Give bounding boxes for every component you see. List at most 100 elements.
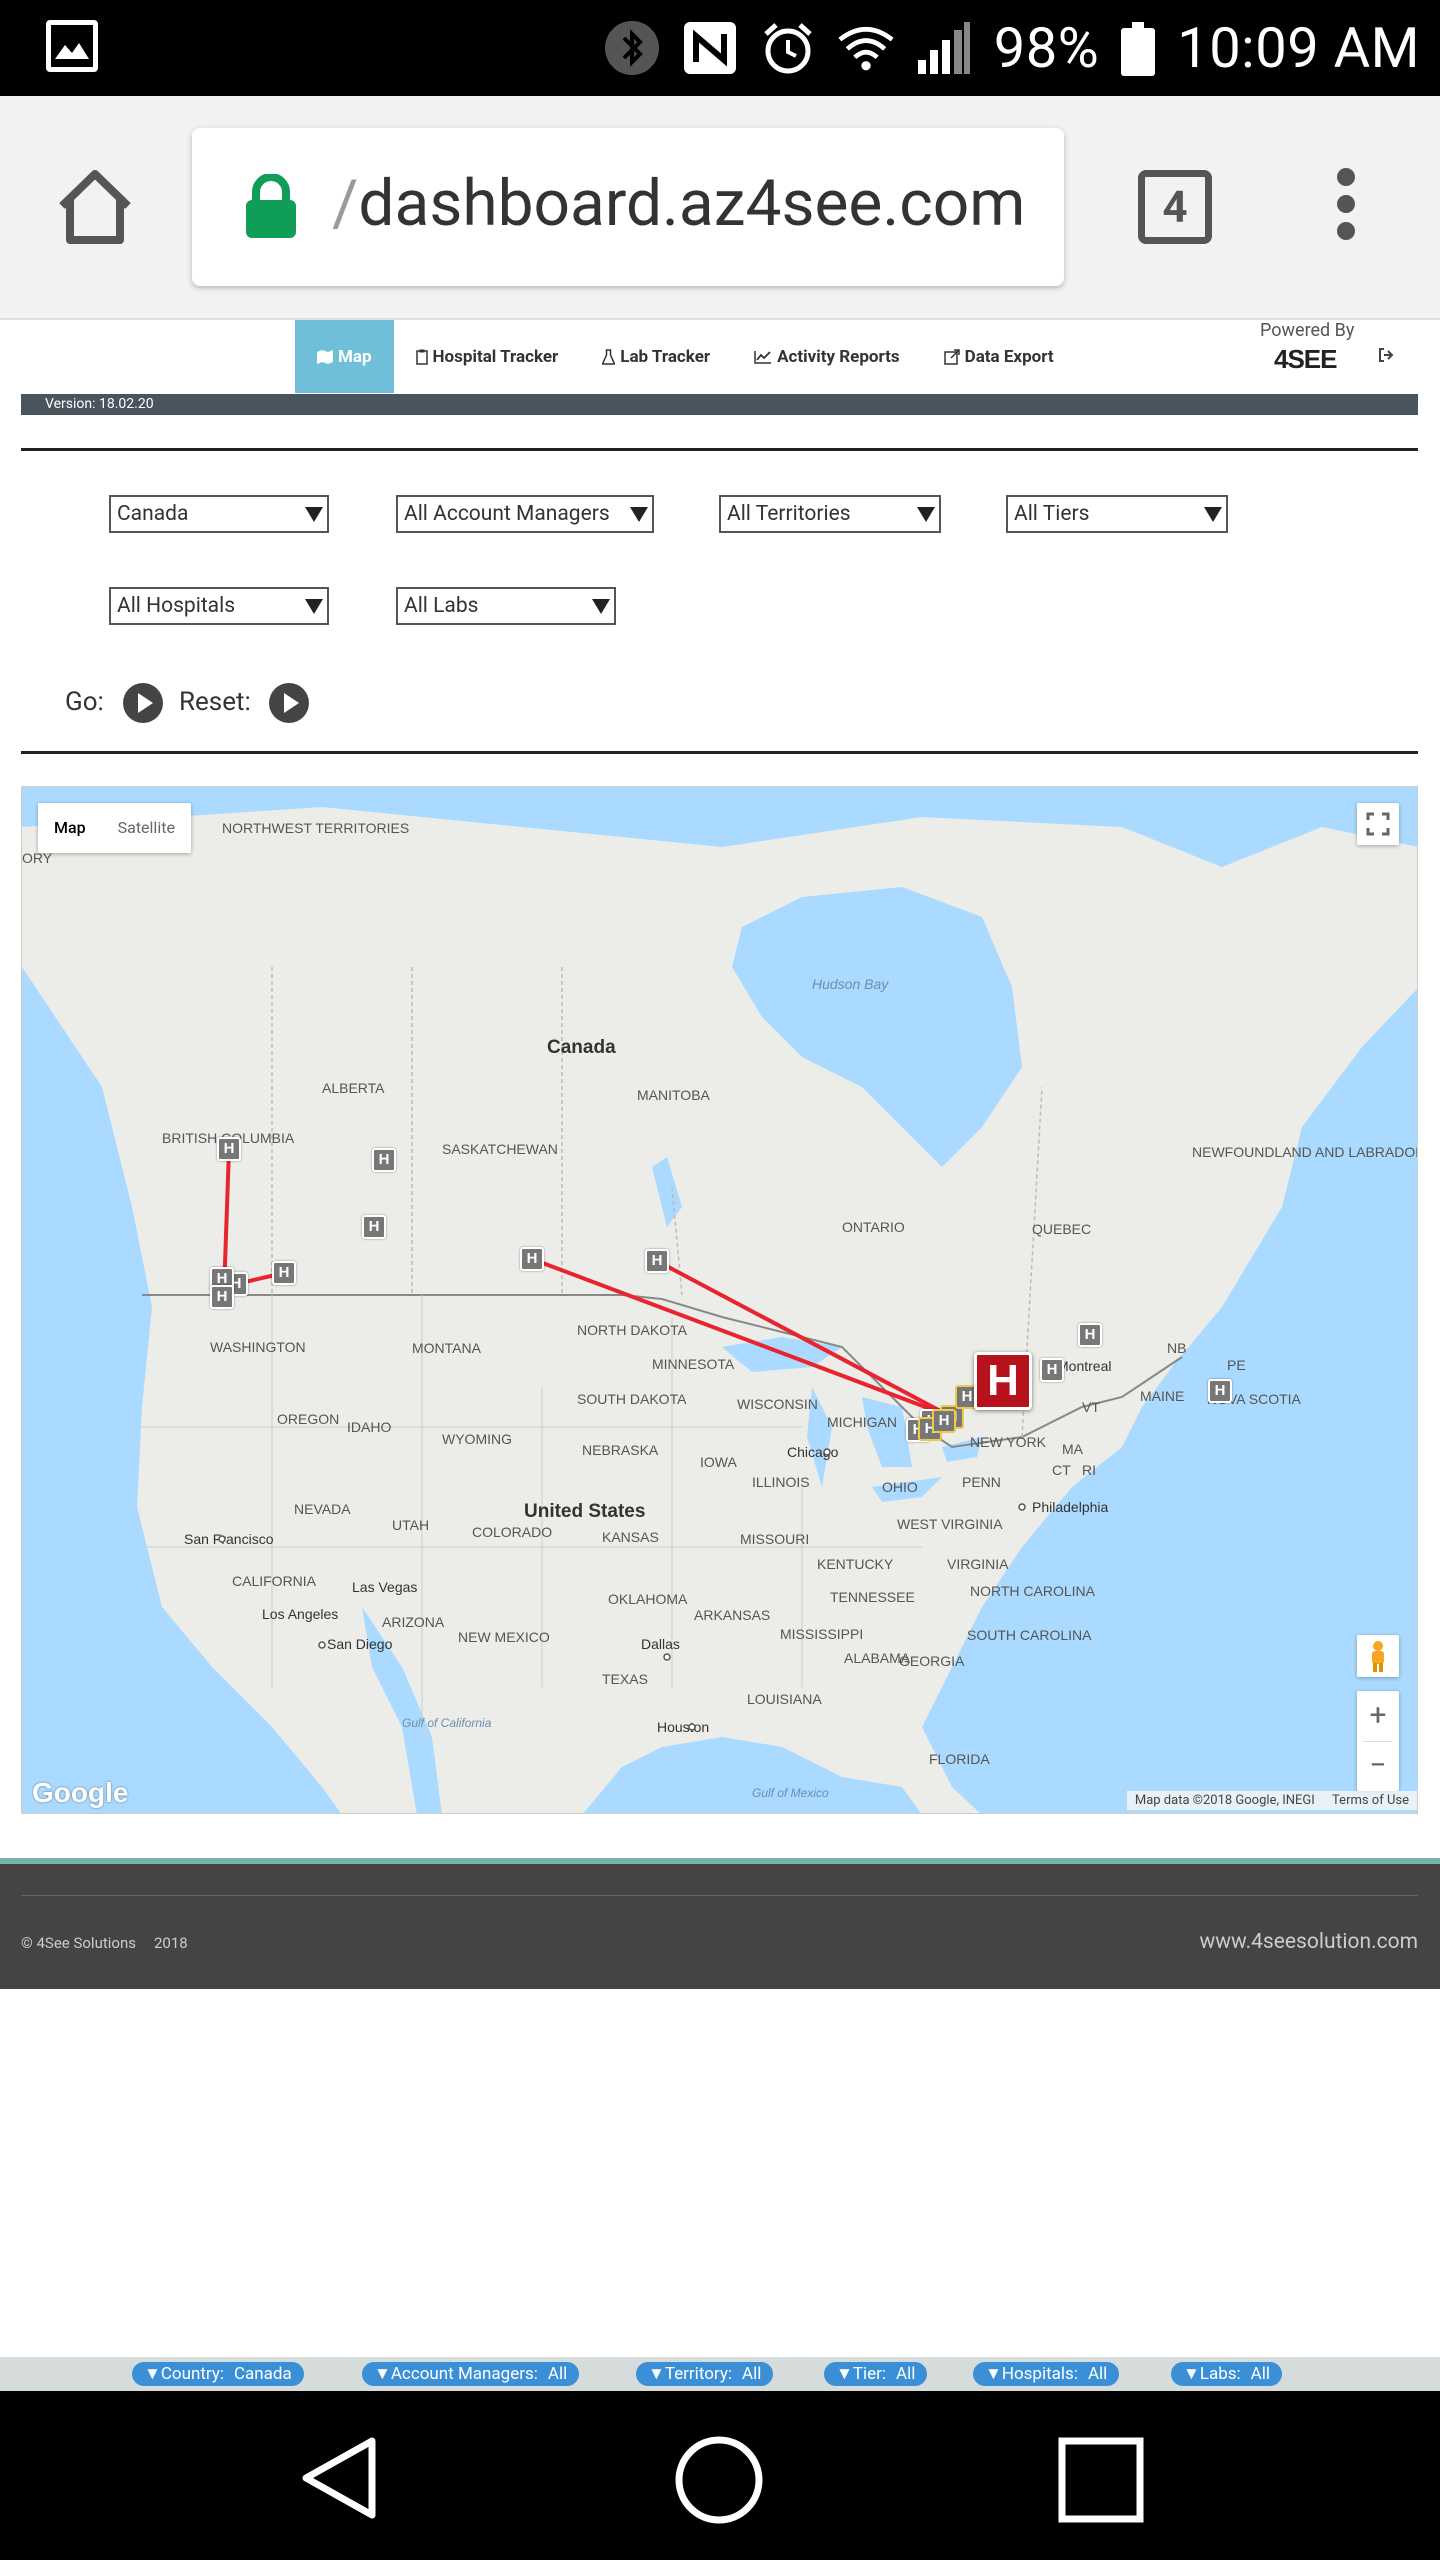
google-logo: Google xyxy=(32,1777,129,1808)
hospital-marker[interactable]: H xyxy=(1078,1323,1102,1347)
filter-icon: ▼ xyxy=(985,2364,1002,2384)
terms-of-use-link[interactable]: Terms of Use xyxy=(1332,1793,1409,1808)
alarm-icon xyxy=(760,20,816,76)
street-view-pegman-icon[interactable] xyxy=(1357,1635,1399,1677)
map-type-map-button[interactable]: Map xyxy=(38,803,102,853)
nav-data-export-label: Data Export xyxy=(964,346,1054,367)
recents-button[interactable] xyxy=(1058,2437,1144,2523)
dropdown-arrow-icon xyxy=(305,599,323,614)
brand-logo[interactable]: 4SEE xyxy=(1274,344,1337,375)
address-bar[interactable]: /dashboard.az4see.com xyxy=(192,128,1064,286)
filter-icon: ▼ xyxy=(144,2364,161,2384)
zoom-control: + − xyxy=(1357,1691,1399,1791)
map-label-philadelphia: Philadelphia xyxy=(1032,1499,1108,1515)
zoom-in-button[interactable]: + xyxy=(1357,1691,1399,1741)
nav-activity-reports[interactable]: Activity Reports xyxy=(732,320,922,393)
reset-button[interactable] xyxy=(269,683,309,723)
map-label-dallas: Dallas xyxy=(641,1636,680,1652)
map-label-newfoundland: NEWFOUNDLAND AND LABRADOR xyxy=(1192,1144,1418,1160)
hospital-marker[interactable]: H xyxy=(1040,1358,1064,1382)
footer-copyright: © 4See Solutions 2018 xyxy=(21,1934,188,1952)
map-label-utah: UTAH xyxy=(392,1517,429,1533)
map-type-satellite-button[interactable]: Satellite xyxy=(102,803,191,853)
nav-data-export[interactable]: Data Export xyxy=(922,320,1076,393)
country-select[interactable]: Canada xyxy=(109,495,329,533)
back-button[interactable] xyxy=(298,2435,378,2521)
nav-map[interactable]: Map xyxy=(295,320,394,393)
map-label-nebraska: NEBRASKA xyxy=(582,1442,659,1458)
line-chart-icon xyxy=(754,350,772,364)
system-nav-bar xyxy=(0,2391,1440,2560)
map-label-west-virginia: WEST VIRGINIA xyxy=(897,1516,1003,1532)
selected-hospital-marker[interactable]: H xyxy=(974,1352,1032,1410)
battery-percent: 98% xyxy=(993,15,1100,81)
map-label-virginia: VIRGINIA xyxy=(947,1556,1009,1572)
map-label-oregon: OREGON xyxy=(277,1411,339,1427)
map-label-oklahoma: OKLAHOMA xyxy=(608,1591,688,1607)
hospital-marker[interactable]: H xyxy=(210,1285,234,1309)
map-label-georgia: GEORGIA xyxy=(899,1653,965,1669)
map-label-arkansas: ARKANSAS xyxy=(694,1607,770,1623)
map-label-las-vegas: Las Vegas xyxy=(352,1579,417,1595)
filter-chip-tier[interactable]: ▼Tier: All xyxy=(824,2362,928,2386)
powered-by-label: Powered By xyxy=(1260,320,1355,341)
hospital-marker[interactable]: H xyxy=(645,1249,669,1273)
home-button[interactable] xyxy=(56,168,134,246)
map-label-gulf-mexico: Gulf of Mexico xyxy=(752,1786,829,1800)
hospital-marker[interactable]: H xyxy=(272,1261,296,1285)
filter-chip-hospitals[interactable]: ▼Hospitals: All xyxy=(973,2362,1120,2386)
filter-chip-country[interactable]: ▼Country: Canada xyxy=(132,2362,304,2386)
map-label-alberta: ALBERTA xyxy=(322,1080,385,1096)
map-label-gulf-california: Gulf of California xyxy=(402,1716,492,1730)
filter-chip-labs[interactable]: ▼Labs: All xyxy=(1171,2362,1283,2386)
hospital-marker[interactable]: H xyxy=(1208,1379,1232,1403)
map-label-ma: MA xyxy=(1062,1441,1084,1457)
nav-hospital-tracker[interactable]: Hospital Tracker xyxy=(394,320,581,393)
hospital-marker[interactable]: H xyxy=(520,1247,544,1271)
overflow-menu-button[interactable] xyxy=(1330,168,1362,248)
hospital-marker[interactable]: H xyxy=(217,1137,241,1161)
flask-icon xyxy=(602,348,616,365)
tab-switcher-button[interactable]: 4 xyxy=(1138,170,1212,244)
tiers-select[interactable]: All Tiers xyxy=(1006,495,1228,533)
lock-icon xyxy=(246,173,296,238)
go-button[interactable] xyxy=(123,683,163,723)
map-label-wyoming: WYOMING xyxy=(442,1431,512,1447)
map-label-saskatchewan: SASKATCHEWAN xyxy=(442,1141,558,1157)
hospitals-select[interactable]: All Hospitals xyxy=(109,587,329,625)
account-managers-select[interactable]: All Account Managers xyxy=(396,495,654,533)
labs-select[interactable]: All Labs xyxy=(396,587,616,625)
nav-lab-tracker-label: Lab Tracker xyxy=(620,346,711,367)
footer: © 4See Solutions 2018 www.4seesolution.co… xyxy=(0,1864,1440,1989)
map-label-michigan: MICHIGAN xyxy=(827,1414,897,1430)
dropdown-arrow-icon xyxy=(630,507,648,522)
zoom-out-button[interactable]: − xyxy=(1357,1741,1399,1791)
map-label-nw-territories: NORTHWEST TERRITORIES xyxy=(222,820,409,836)
hospital-marker[interactable]: H xyxy=(932,1409,956,1433)
map-label-south-dakota: SOUTH DAKOTA xyxy=(577,1391,687,1407)
map-label-louisiana: LOUISIANA xyxy=(747,1691,822,1707)
fullscreen-button[interactable] xyxy=(1357,803,1399,845)
filter-chip-territory[interactable]: ▼Territory: All xyxy=(636,2362,774,2386)
nav-lab-tracker[interactable]: Lab Tracker xyxy=(580,320,732,393)
map-label-san-francisco: San Francisco xyxy=(184,1531,274,1547)
export-icon xyxy=(943,348,960,365)
home-nav-button[interactable] xyxy=(674,2435,764,2525)
map-label-minnesota: MINNESOTA xyxy=(652,1356,735,1372)
territories-select[interactable]: All Territories xyxy=(719,495,941,533)
logout-icon[interactable] xyxy=(1378,347,1394,363)
nav-activity-reports-label: Activity Reports xyxy=(777,346,900,367)
footer-website-link[interactable]: www.4seesolution.com xyxy=(1200,1930,1419,1954)
map-attribution: Map data ©2018 Google, INEGI Terms of Us… xyxy=(1126,1791,1417,1810)
map-label-montreal: Montreal xyxy=(1057,1358,1111,1374)
hospital-marker[interactable]: H xyxy=(372,1148,396,1172)
filter-icon: ▼ xyxy=(648,2364,665,2384)
map-label-wisconsin: WISCONSIN xyxy=(737,1396,818,1412)
map-canvas[interactable]: Hudson Bay Canada NORTHWEST TERRITORIES … xyxy=(21,786,1418,1814)
filter-chip-account-managers[interactable]: ▼Account Managers: All xyxy=(362,2362,580,2386)
hospital-marker[interactable]: H xyxy=(362,1215,386,1239)
map-label-ri: RI xyxy=(1082,1462,1096,1478)
clipboard-icon xyxy=(415,349,428,365)
filter-icon: ▼ xyxy=(374,2364,391,2384)
browser-toolbar: /dashboard.az4see.com 4 xyxy=(0,96,1440,320)
